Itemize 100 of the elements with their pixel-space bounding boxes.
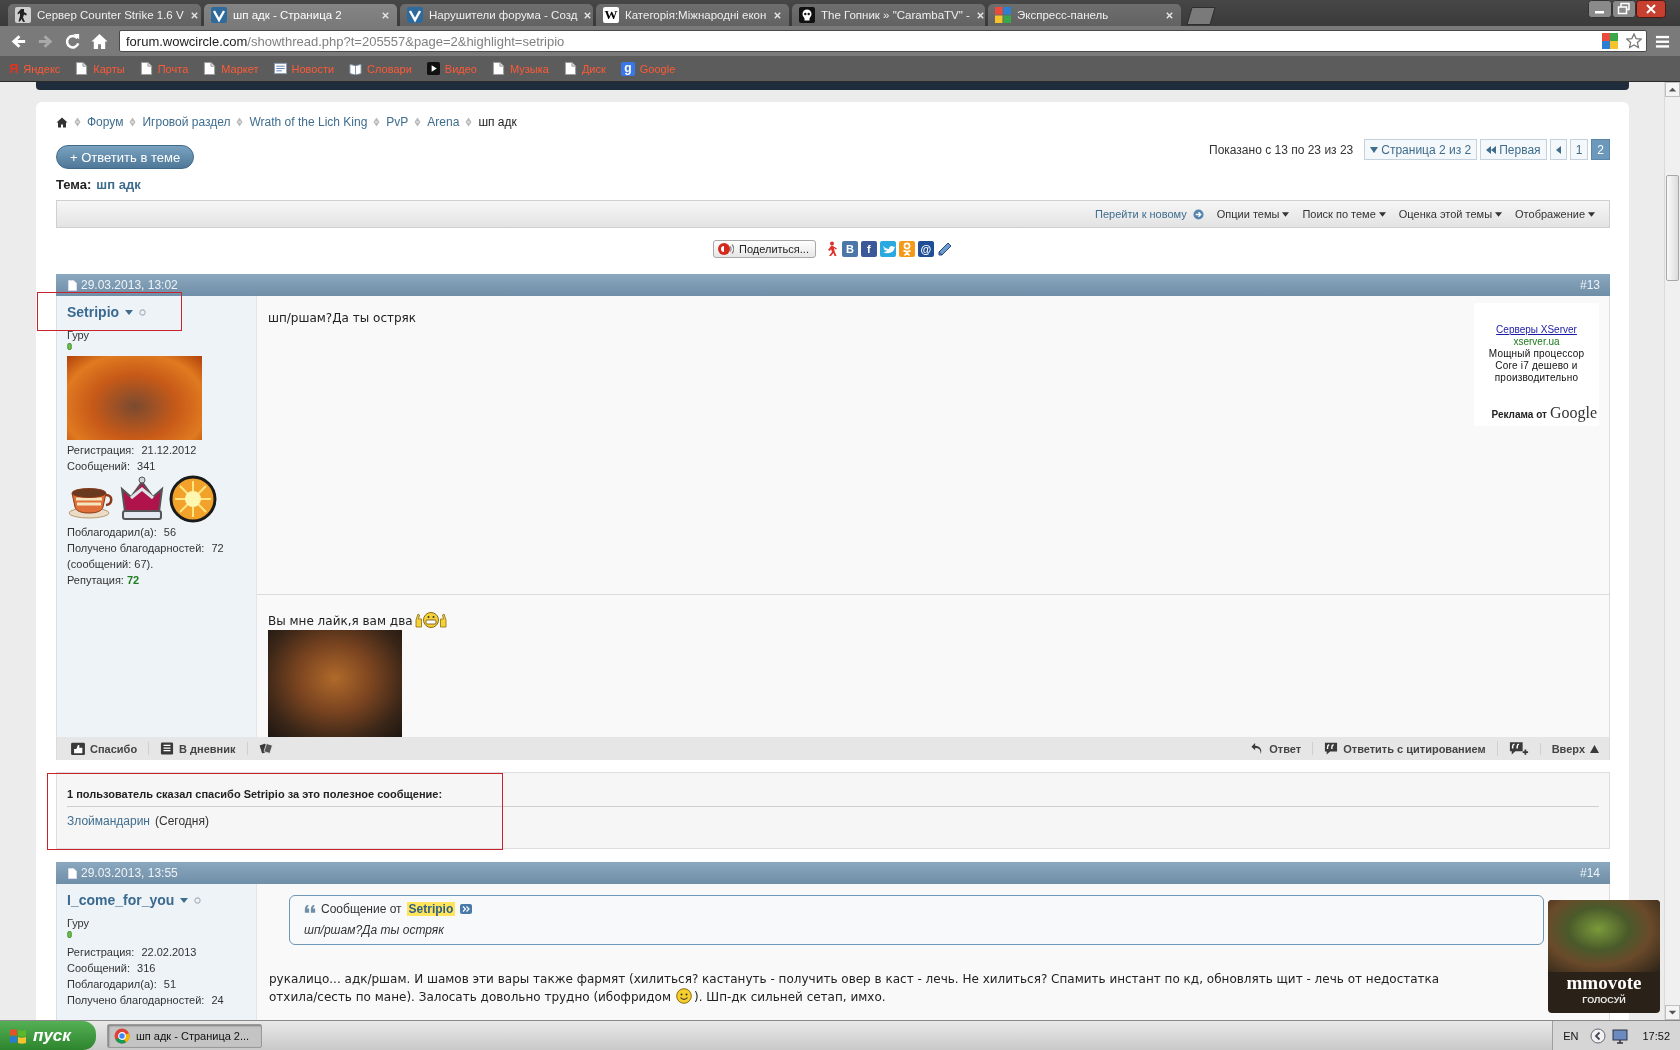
tool-menu[interactable]: Поиск по теме <box>1302 208 1386 220</box>
browser-tab[interactable]: Экспресс-панель <box>988 4 1181 26</box>
person-tile-icon[interactable] <box>898 241 915 257</box>
scroll-thumb[interactable] <box>1666 175 1679 281</box>
close-window-icon[interactable] <box>1636 0 1666 18</box>
letter-tile-icon: W <box>603 7 619 23</box>
browser-tab[interactable]: Нарушители форума - Созд <box>400 4 593 26</box>
page-menu-button[interactable]: Страница 2 из 2 <box>1364 139 1478 160</box>
sun-medal-icon <box>169 475 217 523</box>
tool-menu[interactable]: Опции темы <box>1216 208 1290 220</box>
browser-tab[interactable]: Сервер Counter Strike 1.6 V <box>8 4 201 26</box>
letter-tile-icon: g <box>620 61 635 76</box>
user-stat: Регистрация: 21.12.2012 <box>67 443 198 458</box>
page-number-button[interactable]: 1 <box>1569 139 1589 160</box>
share-button[interactable]: Поделиться... <box>713 240 816 258</box>
user-stat: Получено благодарностей: 72 (сообщений: 67). <box>67 541 225 572</box>
diary-button[interactable]: В дневник <box>148 742 247 755</box>
star-icon[interactable] <box>1626 33 1642 49</box>
scroll-up-icon[interactable] <box>1665 82 1680 97</box>
letter-tile-icon[interactable]: В <box>841 241 858 257</box>
browser-tab[interactable]: шп адк - Страница 2 <box>204 4 397 26</box>
cards-icon <box>258 742 273 755</box>
tool-menu[interactable]: Отображение <box>1515 208 1595 220</box>
go-to-new-link[interactable]: Перейти к новому <box>1095 208 1204 220</box>
left-triangle-icon <box>1555 145 1561 154</box>
back-to-top-button[interactable]: Вверх <box>1539 742 1599 755</box>
previous-page-button[interactable] <box>1549 139 1567 160</box>
thanks-button[interactable]: Спасибо <box>71 742 149 755</box>
scroll-down-icon[interactable] <box>1665 1005 1680 1020</box>
language-indicator[interactable]: EN <box>1563 1029 1579 1042</box>
close-icon[interactable] <box>773 10 782 20</box>
thumbs-up-icon <box>71 742 85 755</box>
thanks-summary: 1 пользователь сказал спасибо Setripio за это полезное сообщение: <box>67 787 444 801</box>
view-post-icon[interactable] <box>460 904 473 914</box>
quote-bubble-icon <box>1324 742 1339 755</box>
breadcrumb-link[interactable]: PvP <box>386 115 409 129</box>
flag-icon <box>9 1027 27 1044</box>
caret-down-icon <box>1370 146 1379 153</box>
taskbar-window-button[interactable]: шп адк - Страница 2... <box>107 1023 262 1048</box>
post-text: отхила/сесть по мане). Залосать довольно трудно (ибофридом <box>269 989 671 1004</box>
scrollbar[interactable] <box>1664 82 1680 1020</box>
quote-icon <box>304 904 316 914</box>
book-icon <box>349 62 363 75</box>
quote-text: шп/ршам?Да ты остряк <box>304 922 445 938</box>
close-icon[interactable] <box>975 10 985 20</box>
quote-reply-button[interactable]: Ответить с цитированием <box>1312 742 1497 755</box>
browser-tab[interactable]: W Категорія:Міжнародні екон <box>596 4 789 26</box>
start-button[interactable]: пуск <box>0 1021 96 1050</box>
browser-tab[interactable]: The Гопник » "CarambaTV" - <box>792 4 985 26</box>
first-page-button[interactable]: Первая <box>1480 139 1547 160</box>
double-left-triangle-icon <box>1486 145 1497 154</box>
close-icon[interactable] <box>381 10 390 20</box>
reply-thread-button[interactable]: + Ответить в теме <box>56 145 195 169</box>
breadcrumb-link[interactable]: Форум <box>87 115 124 129</box>
caret-down-icon <box>1495 211 1503 217</box>
vote-widget-caption: ГОЛОСУЙ <box>1582 994 1626 1006</box>
post-number-link[interactable]: #14 <box>1579 866 1600 880</box>
ad-link[interactable]: Серверы XServer <box>1496 324 1577 336</box>
caret-down-icon[interactable] <box>125 309 134 315</box>
bookmark[interactable]: g Google <box>620 61 676 76</box>
pencil-icon[interactable] <box>936 241 953 257</box>
page-icon <box>203 62 217 75</box>
minimize-icon[interactable] <box>1588 0 1612 18</box>
close-icon[interactable] <box>1165 10 1174 20</box>
page-number-button[interactable]: 2 <box>1591 139 1610 160</box>
username-link[interactable]: Setripio <box>67 304 120 320</box>
address-field[interactable]: forum.wowcircle.com/showthread.php?t=205557&page=2&highlight=setripio <box>119 30 1647 52</box>
vote-widget[interactable]: mmovote ГОЛОСУЙ <box>1548 900 1660 1013</box>
reload-icon[interactable] <box>63 31 82 51</box>
reputation-pip-icon <box>67 343 72 350</box>
reply-button[interactable]: Ответ <box>1250 742 1313 755</box>
separator-icon <box>129 117 137 127</box>
breadcrumb-link[interactable]: Arena <box>427 115 460 129</box>
user-stat: Получено благодарностей: 24 <box>67 993 225 1008</box>
signature-text: Вы мне лайк,я вам два <box>268 614 413 628</box>
notebook-icon <box>160 742 175 755</box>
tool-menu[interactable]: Оценка этой темы <box>1398 208 1503 220</box>
restore-icon[interactable] <box>1612 0 1636 18</box>
close-icon[interactable] <box>189 10 199 20</box>
letter-tile-icon[interactable]: @ <box>917 241 934 257</box>
breadcrumb-link[interactable]: Wrath of the Lich King <box>249 115 368 129</box>
monitor-icon[interactable] <box>1612 1027 1629 1044</box>
close-icon[interactable] <box>583 10 593 20</box>
letter-tile-icon[interactable]: f <box>860 241 877 257</box>
thread-title-link[interactable]: шп адк <box>96 176 141 192</box>
menu-icon[interactable] <box>1655 33 1670 49</box>
arrow-circle-icon <box>1192 208 1204 220</box>
thanks-user-link[interactable]: Злоймандарин <box>67 813 150 829</box>
color-squares-icon[interactable] <box>1602 33 1618 49</box>
ad-text: Мощный процессор Core i7 дешево и производительно <box>1487 348 1586 384</box>
breadcrumb-link[interactable]: Игровой раздел <box>142 115 231 129</box>
new-tab-button[interactable] <box>1186 7 1216 25</box>
document-icon <box>68 867 77 879</box>
caret-down-icon[interactable] <box>180 897 189 903</box>
chevron-tile-icon <box>407 7 423 23</box>
username-link[interactable]: I_come_for_you <box>67 892 175 908</box>
document-icon <box>68 279 77 291</box>
bird-tile-icon[interactable] <box>879 241 896 257</box>
home-icon[interactable] <box>56 116 68 128</box>
ad-domain: xserver.ua <box>1513 336 1560 348</box>
